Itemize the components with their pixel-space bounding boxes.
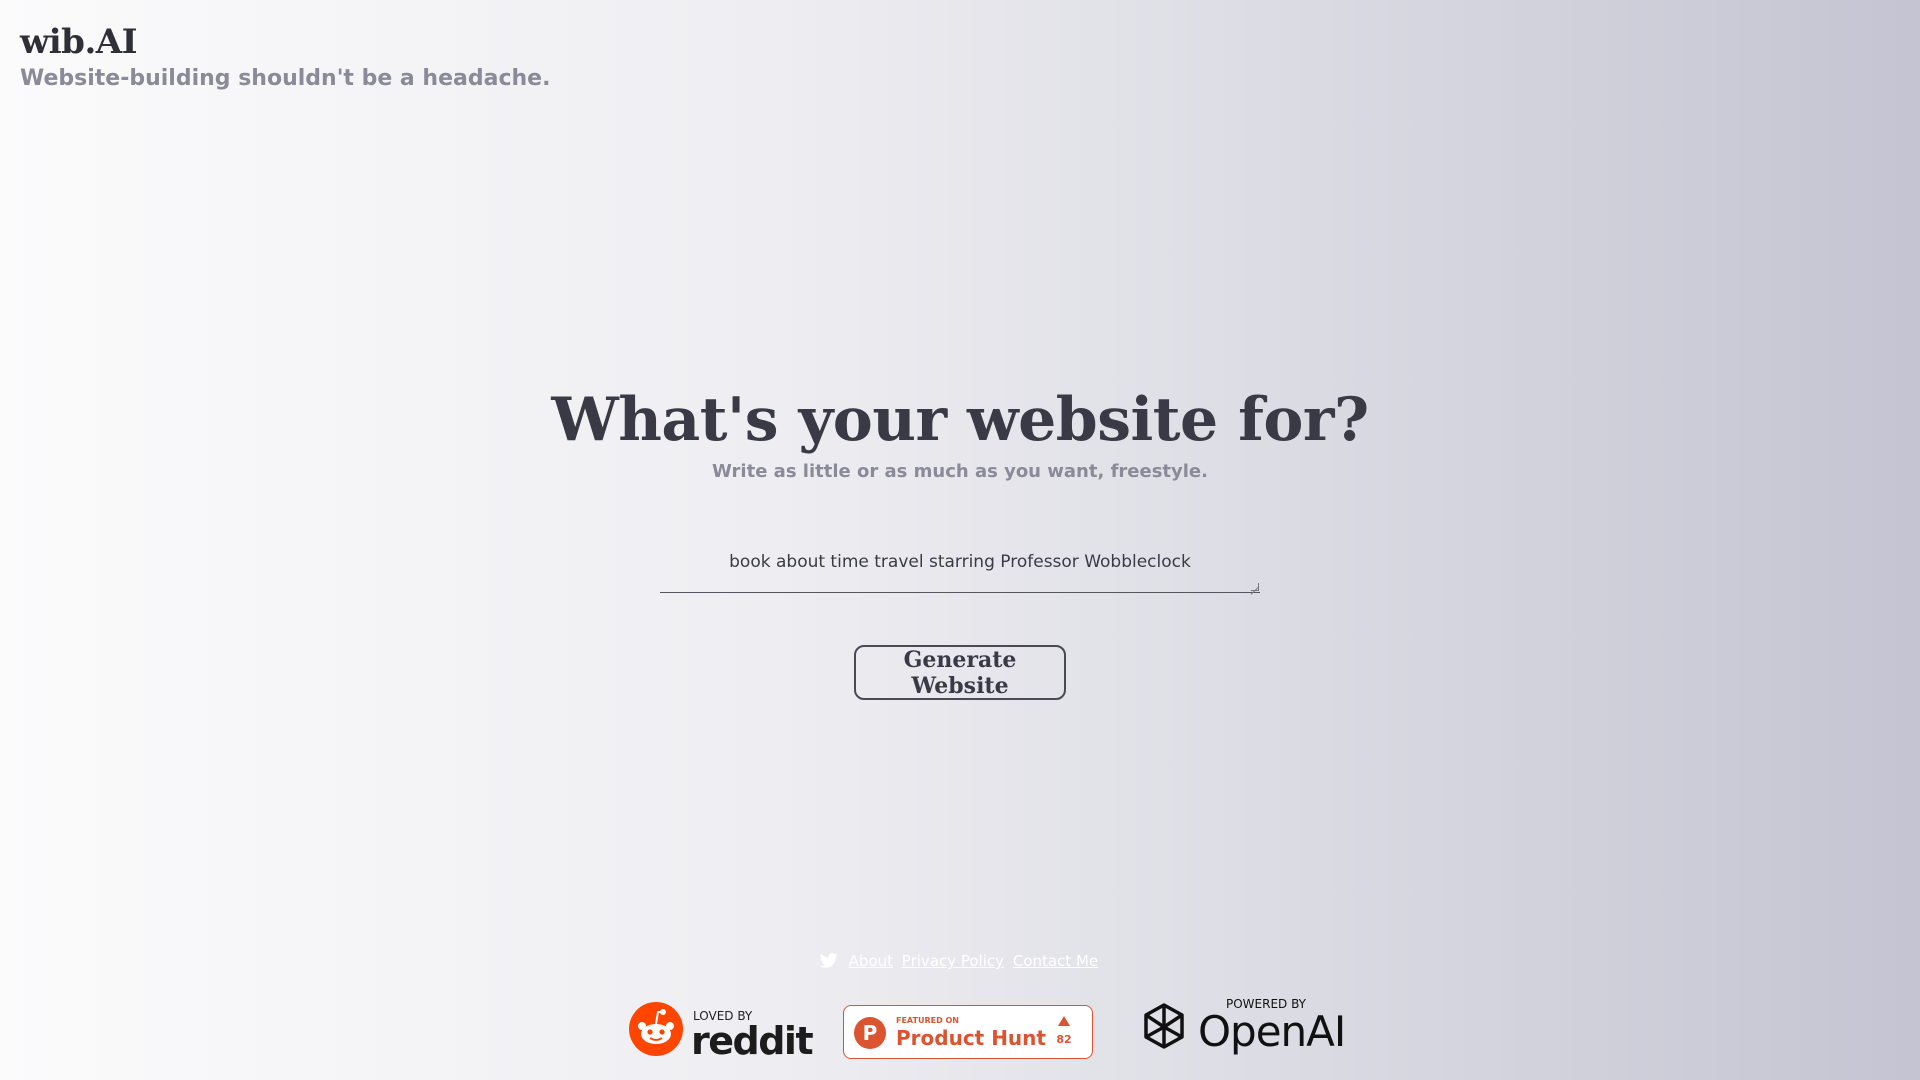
privacy-policy-link[interactable]: Privacy Policy xyxy=(902,952,1004,970)
product-hunt-badge[interactable]: P FEATURED ON Product Hunt 82 xyxy=(843,1005,1093,1059)
openai-badge[interactable]: POWERED BY OpenAI xyxy=(1136,995,1346,1057)
badges-row: LOVED BY reddit P FEATURED ON Product Hu… xyxy=(0,995,1920,1063)
hero: What's your website for? Write as little… xyxy=(0,385,1920,482)
footer-links: About Privacy Policy Contact Me xyxy=(0,952,1920,970)
reddit-badge[interactable]: LOVED BY reddit xyxy=(628,1001,814,1063)
prompt-input[interactable]: book about time travel starring Professo… xyxy=(660,548,1260,592)
about-link[interactable]: About xyxy=(849,952,893,970)
contact-me-link[interactable]: Contact Me xyxy=(1013,952,1098,970)
reddit-alien-icon xyxy=(629,1002,683,1056)
brand-header: wib.AI Website-building shouldn't be a h… xyxy=(20,22,550,91)
upvote-arrow-icon xyxy=(1058,1016,1070,1026)
resize-handle-icon[interactable] xyxy=(1251,583,1259,591)
generate-website-button[interactable]: Generate Website xyxy=(854,645,1066,700)
product-hunt-caption: FEATURED ON xyxy=(896,1016,959,1025)
twitter-icon[interactable] xyxy=(819,953,838,968)
prompt-field: book about time travel starring Professo… xyxy=(660,548,1260,593)
brand-tagline: Website-building shouldn't be a headache… xyxy=(20,66,551,91)
product-hunt-name: Product Hunt xyxy=(896,1026,1046,1050)
reddit-wordmark: reddit xyxy=(691,1019,814,1063)
product-hunt-logo-icon: P xyxy=(854,1017,886,1049)
page-subtitle: Write as little or as much as you want, … xyxy=(712,461,1208,482)
product-hunt-votes: 82 xyxy=(1056,1033,1072,1046)
openai-wordmark: OpenAI xyxy=(1198,1007,1346,1056)
page-title: What's your website for? xyxy=(551,385,1369,455)
brand-title: wib.AI xyxy=(20,22,138,62)
openai-logo-icon xyxy=(1144,1003,1184,1049)
